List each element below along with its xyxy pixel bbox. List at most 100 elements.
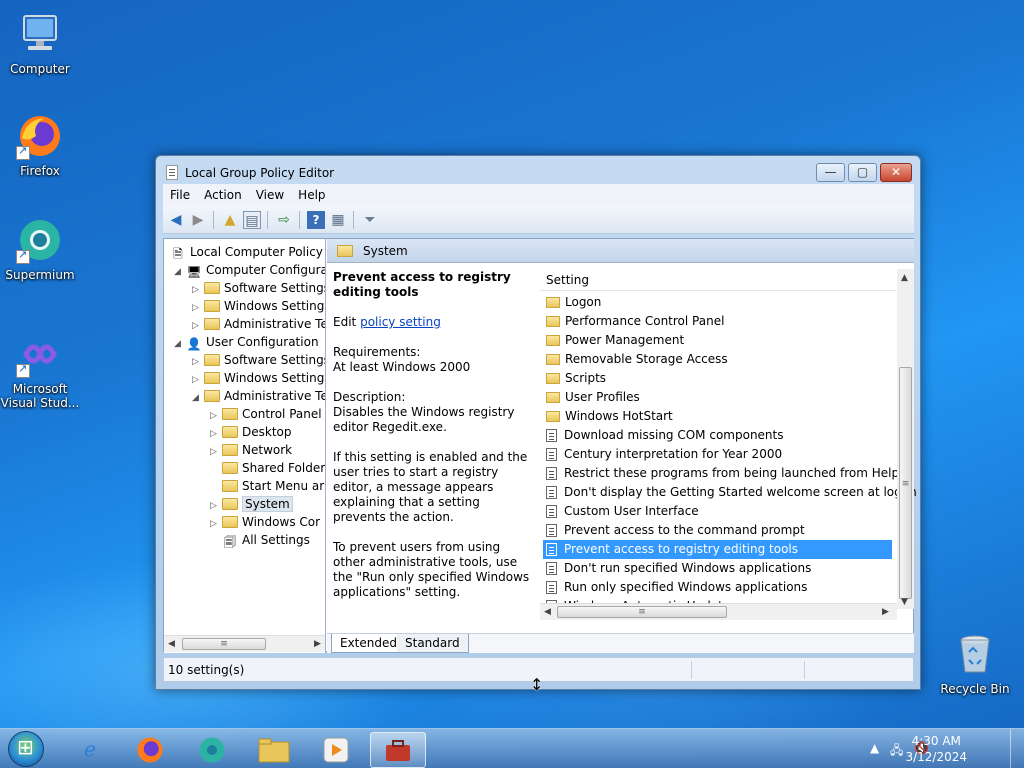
desktop-icon-label: Firefox (20, 164, 60, 178)
taskbar-group-policy-editor[interactable] (370, 732, 426, 768)
desktop-icon-recycle-bin[interactable]: Recycle Bin (935, 630, 1015, 696)
list-item[interactable]: Power Management (543, 331, 892, 350)
folder-icon (222, 444, 238, 456)
group-policy-editor-window: Local Group Policy Editor — ▢ ✕ File Acti… (155, 155, 921, 690)
list-item[interactable]: Logon (543, 293, 892, 312)
scroll-left-arrow-icon[interactable]: ◀ (544, 607, 551, 617)
desktop-icon-computer[interactable]: Computer (0, 10, 80, 76)
close-button[interactable]: ✕ (880, 163, 912, 182)
scroll-left-arrow-icon[interactable]: ◀ (168, 639, 175, 649)
collapse-arrow-icon[interactable]: ◢ (174, 263, 186, 281)
scroll-thumb[interactable]: ≡ (557, 606, 727, 618)
tree-node-administrative-templates[interactable]: ◢ Administrative Te (192, 387, 325, 407)
shortcut-arrow-icon (16, 248, 30, 264)
list-item[interactable]: Don't run specified Windows applications (543, 559, 892, 578)
tree-node-network[interactable]: ▷ Network (210, 441, 292, 459)
tree-node-control-panel[interactable]: ▷ Control Panel (210, 405, 322, 423)
tree-node-shared-folders[interactable]: Shared Folder (210, 459, 325, 477)
show-hide-tree-icon[interactable]: ▤ (243, 211, 261, 229)
scroll-thumb[interactable]: ≡ (182, 638, 266, 650)
list-item[interactable]: Scripts (543, 369, 892, 388)
list-item[interactable]: Download missing COM components (543, 426, 892, 445)
tree-node-computer-configuration[interactable]: ◢ 🖥 Computer Configura (174, 261, 325, 281)
pane-header: System (327, 239, 914, 263)
tree-node-user-configuration[interactable]: ◢ 👤 User Configuration (174, 333, 319, 351)
list-item-label: Performance Control Panel (565, 314, 725, 328)
requirements-block: Requirements: At least Windows 2000 (333, 345, 471, 374)
scroll-right-arrow-icon[interactable]: ▶ (314, 639, 321, 649)
internet-explorer-icon[interactable]: ℯ (62, 732, 118, 768)
network-icon[interactable]: 🖧 (890, 741, 903, 762)
up-folder-icon[interactable]: ▲ (221, 211, 239, 229)
collapse-arrow-icon[interactable]: ◢ (192, 389, 204, 407)
clock[interactable]: 4:30 AM 3/12/2024 (905, 733, 967, 765)
tab-extended[interactable]: Extended (331, 634, 406, 653)
start-button[interactable] (8, 731, 44, 767)
desktop-icon-supermium[interactable]: Supermium (0, 216, 80, 282)
menu-help[interactable]: Help (291, 184, 332, 202)
scroll-down-arrow-icon[interactable]: ▼ (901, 597, 908, 607)
export-list-icon[interactable]: ⇨ (275, 211, 293, 229)
tree-node-desktop[interactable]: ▷ Desktop (210, 423, 292, 441)
scroll-right-arrow-icon[interactable]: ▶ (882, 607, 889, 617)
desktop-icon-firefox[interactable]: Firefox (0, 112, 80, 178)
policy-setting-icon (546, 486, 557, 499)
tree-node-windows-settings[interactable]: ▷ Windows Setting (192, 297, 324, 315)
list-item[interactable]: Prevent access to registry editing tools (543, 540, 892, 559)
description-block: Description: Disables the Windows regist… (333, 390, 515, 434)
extended-description: Prevent access to registry editing tools… (327, 263, 537, 633)
desktop-icon-visual-studio[interactable]: Microsoft Visual Stud... (0, 330, 80, 410)
filter-icon[interactable]: ⏷ (361, 211, 379, 229)
view-tabs: Extended Standard (327, 633, 914, 653)
list-item[interactable]: Run only specified Windows applications (543, 578, 892, 597)
list-item-label: Removable Storage Access (565, 352, 728, 366)
file-explorer-icon[interactable] (246, 732, 302, 768)
show-desktop-button[interactable] (1010, 729, 1024, 768)
tab-standard[interactable]: Standard (397, 634, 469, 653)
list-item[interactable]: User Profiles (543, 388, 892, 407)
tree-node-all-settings[interactable]: 🗐 All Settings (210, 531, 310, 549)
forward-arrow-icon[interactable]: ▶ (189, 211, 207, 229)
list-vertical-scrollbar[interactable]: ▲ ≡ ▼ (897, 269, 914, 609)
scroll-up-arrow-icon[interactable]: ▲ (901, 273, 908, 283)
list-item[interactable]: Restrict these programs from being launc… (543, 464, 899, 483)
tree-node-software-settings[interactable]: ▷ Software Settings (192, 351, 325, 369)
list-item-label: Custom User Interface (564, 504, 699, 518)
list-horizontal-scrollbar[interactable]: ◀ ≡ ▶ (540, 603, 897, 620)
help-icon[interactable]: ? (307, 211, 325, 229)
list-item[interactable]: Custom User Interface (543, 502, 892, 521)
list-item-label: Power Management (565, 333, 685, 347)
maximize-button[interactable]: ▢ (848, 163, 877, 182)
edit-policy-setting-link[interactable]: policy setting (360, 315, 441, 329)
tree-horizontal-scrollbar[interactable]: ◀ ≡ ▶ (164, 635, 325, 652)
tree-node-windows-components[interactable]: ▷ Windows Cor (210, 513, 320, 531)
back-arrow-icon[interactable]: ◀ (167, 211, 185, 229)
policy-editor-icon (166, 165, 178, 180)
tree-node-administrative-templates[interactable]: ▷ Administrative Te (192, 315, 325, 333)
taskbar-supermium-icon[interactable] (184, 732, 240, 768)
menu-view[interactable]: View (249, 184, 291, 202)
column-header-setting[interactable]: Setting (540, 269, 898, 291)
collapse-arrow-icon[interactable]: ◢ (174, 335, 186, 353)
minimize-button[interactable]: — (816, 163, 845, 182)
tree-node-system[interactable]: ▷ System (210, 495, 293, 513)
tree-node-start-menu[interactable]: Start Menu ar (210, 477, 324, 495)
menu-action[interactable]: Action (197, 184, 249, 202)
properties-icon[interactable]: ▦ (329, 211, 347, 229)
shortcut-arrow-icon (16, 144, 30, 160)
list-item[interactable]: Don't display the Getting Started welcom… (543, 483, 917, 502)
list-item[interactable]: Prevent access to the command prompt (543, 521, 892, 540)
list-item[interactable]: Windows HotStart (543, 407, 892, 426)
list-item[interactable]: Removable Storage Access (543, 350, 892, 369)
media-player-icon[interactable] (308, 732, 364, 768)
show-hidden-icons-chevron-icon[interactable]: ▲ (870, 741, 879, 755)
taskbar-firefox-icon[interactable] (122, 732, 178, 768)
tree-node-windows-settings[interactable]: ▷ Windows Setting (192, 369, 324, 387)
list-item[interactable]: Performance Control Panel (543, 312, 892, 331)
menu-file[interactable]: File (163, 184, 197, 202)
list-item[interactable]: Century interpretation for Year 2000 (543, 445, 892, 464)
supermium-icon (16, 216, 64, 264)
scroll-thumb[interactable]: ≡ (899, 367, 912, 599)
tree-node-local-computer-policy[interactable]: 🗎 Local Computer Policy (170, 243, 323, 261)
tree-node-software-settings[interactable]: ▷ Software Settings (192, 279, 325, 297)
